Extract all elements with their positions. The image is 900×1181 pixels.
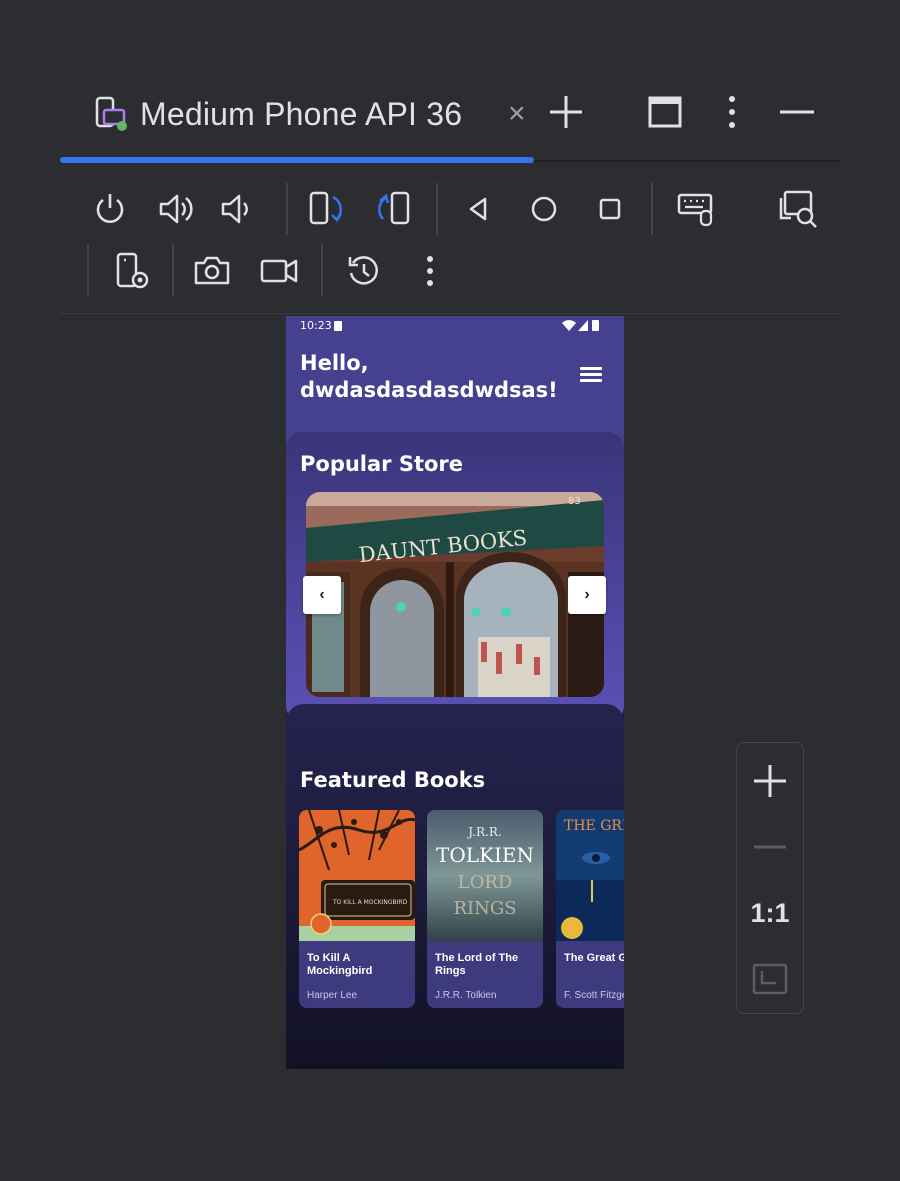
rotate-right-button[interactable] (372, 187, 416, 231)
inspect-icon (779, 190, 817, 228)
menu-button[interactable] (578, 365, 604, 385)
tab-close-button[interactable]: × (508, 96, 526, 132)
book-title: To Kill A Mockingbird (307, 952, 373, 977)
toolbar-separator (651, 183, 653, 235)
more-options-button[interactable] (408, 249, 452, 293)
minus-icon (754, 845, 786, 849)
zoom-reset-label: 1:1 (750, 897, 790, 928)
svg-text:83: 83 (568, 496, 581, 507)
chevron-left-icon: ‹ (319, 586, 325, 603)
carousel-prev-button[interactable]: ‹ (303, 576, 341, 614)
svg-text:TO KILL A MOCKINGBIRD: TO KILL A MOCKINGBIRD (332, 899, 408, 906)
overview-button[interactable] (588, 187, 632, 231)
active-tab-indicator (60, 157, 534, 163)
keyboard-icon (677, 193, 713, 227)
minimize-button[interactable] (778, 92, 818, 132)
screenshot-icon (194, 256, 230, 285)
book-author: Harper Lee (307, 990, 358, 1001)
rotate-right-icon (378, 191, 410, 225)
plus-icon (754, 765, 786, 797)
popular-store-section: Popular Store DAUNT BOOKS 83 ‹ › (286, 432, 624, 722)
battery-icon (592, 320, 599, 331)
toolbar-separator (286, 183, 288, 235)
zoom-in-button[interactable] (737, 759, 803, 803)
book-title: The Great Gatsby (564, 952, 624, 964)
toolbar-separator (172, 244, 174, 296)
status-time: 10:23 (300, 319, 332, 332)
inspect-button[interactable] (776, 187, 820, 231)
svg-text:TOLKIEN: TOLKIEN (436, 843, 534, 867)
book-cover-image: J.R.R. TOLKIEN LORD RINGS (427, 810, 543, 941)
store-carousel-image[interactable]: DAUNT BOOKS 83 (306, 492, 604, 697)
overview-icon (599, 198, 621, 220)
add-tab-button[interactable] (548, 92, 584, 132)
device-settings-icon (116, 252, 149, 289)
screenshot-button[interactable] (190, 249, 234, 293)
zoom-actual-size-button[interactable]: 1:1 (737, 891, 803, 935)
svg-text:THE GREAT GATSBY: THE GREAT GATSBY (564, 818, 624, 834)
options-button[interactable] (712, 92, 752, 132)
screen-record-button[interactable] (257, 249, 301, 293)
minimize-icon (780, 110, 814, 114)
back-button[interactable] (456, 187, 500, 231)
volume-down-button[interactable] (216, 187, 260, 231)
tab-title: Medium Phone API 36 (140, 95, 463, 132)
fit-screen-icon (752, 963, 788, 995)
plus-icon (550, 96, 582, 128)
power-button[interactable] (88, 187, 132, 231)
running-device-icon (94, 94, 128, 134)
book-card[interactable]: THE GREAT GATSBY The Great Gatsby F. Sco… (556, 810, 624, 1008)
featured-books-title: Featured Books (300, 768, 486, 792)
greeting-text: Hello, dwdasdasdasdwdsas! (300, 351, 558, 402)
svg-text:RINGS: RINGS (453, 898, 516, 919)
toolbar-divider (60, 313, 840, 314)
snapshot-icon (348, 256, 378, 285)
book-title: The Lord of The Rings (435, 952, 519, 977)
power-icon (96, 194, 124, 223)
window-icon (648, 96, 682, 128)
book-author: J.R.R. Tolkien (435, 990, 497, 1001)
bookstore-photo: DAUNT BOOKS 83 (306, 492, 604, 697)
rotate-left-button[interactable] (305, 187, 349, 231)
popular-store-title: Popular Store (300, 452, 464, 476)
rotate-left-icon (309, 191, 343, 225)
volume-up-icon (159, 194, 193, 224)
featured-books-section: Featured Books TO KILL A MOCKINGBIRD To … (286, 704, 624, 1069)
book-card[interactable]: J.R.R. TOLKIEN LORD RINGS The Lord of Th… (427, 810, 543, 1008)
device-screen[interactable]: 10:23 Hello, dwdasdasdasdwdsas! Popular … (286, 316, 624, 1069)
screen-record-icon (260, 259, 298, 283)
zoom-out-button[interactable] (737, 825, 803, 869)
carousel-next-button[interactable]: › (568, 576, 606, 614)
hamburger-icon (580, 367, 602, 370)
book-card[interactable]: TO KILL A MOCKINGBIRD To Kill A Mockingb… (299, 810, 415, 1008)
device-tab[interactable]: Medium Phone API 36 (94, 92, 462, 136)
status-bar: 10:23 (286, 316, 624, 336)
svg-text:LORD: LORD (458, 872, 513, 893)
home-icon (531, 196, 557, 222)
device-settings-button[interactable] (110, 249, 154, 293)
back-icon (469, 197, 487, 221)
volume-up-button[interactable] (154, 187, 198, 231)
book-cover-image: THE GREAT GATSBY (556, 810, 624, 941)
zoom-fit-button[interactable] (737, 957, 803, 1001)
home-button[interactable] (522, 187, 566, 231)
svg-text:J.R.R.: J.R.R. (466, 825, 501, 839)
book-author: F. Scott Fitzgerald (564, 990, 624, 1001)
keyboard-button[interactable] (673, 187, 717, 231)
more-icon (427, 256, 433, 286)
toolbar-separator (436, 183, 438, 235)
sim-icon (334, 321, 342, 331)
toolbar-separator (87, 244, 89, 296)
snapshot-button[interactable] (342, 249, 386, 293)
toolbar-separator (321, 244, 323, 296)
book-cover-image: TO KILL A MOCKINGBIRD (299, 810, 415, 941)
window-mode-button[interactable] (646, 92, 686, 132)
signal-icon (578, 320, 588, 331)
volume-down-icon (221, 194, 248, 224)
zoom-controls: 1:1 (736, 742, 804, 1014)
more-vertical-icon (729, 96, 735, 128)
chevron-right-icon: › (584, 586, 590, 603)
wifi-icon (562, 320, 576, 331)
